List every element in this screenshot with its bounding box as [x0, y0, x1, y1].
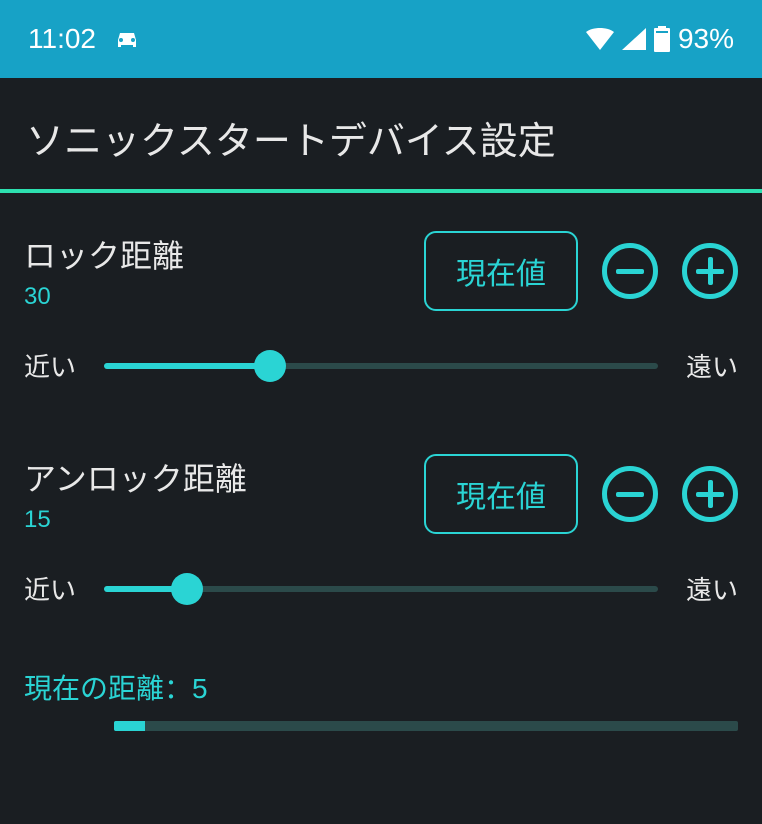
- lock-track-fill: [104, 363, 270, 369]
- unlock-plus-button[interactable]: [682, 466, 738, 522]
- plus-icon-v: [708, 257, 713, 285]
- lock-controls: 現在値: [424, 231, 738, 311]
- unlock-controls: 現在値: [424, 454, 738, 534]
- unlock-section: アンロック距離 15 現在値 近い 遠い: [0, 384, 762, 607]
- unlock-far-label: 遠い: [678, 570, 738, 607]
- unlock-slider[interactable]: [104, 573, 658, 605]
- status-left: 11:02: [28, 23, 140, 55]
- status-time: 11:02: [28, 23, 96, 55]
- lock-value: 30: [24, 283, 184, 311]
- car-icon: [114, 28, 140, 50]
- plus-icon-v: [708, 480, 713, 508]
- unlock-header: アンロック距離 15 現在値: [24, 454, 738, 534]
- unlock-label-group: アンロック距離 15: [24, 454, 247, 534]
- minus-icon: [616, 269, 644, 274]
- wifi-icon: [586, 28, 614, 50]
- unlock-thumb[interactable]: [171, 573, 203, 605]
- lock-plus-button[interactable]: [682, 243, 738, 299]
- lock-far-label: 遠い: [678, 347, 738, 384]
- page-title: ソニックスタートデバイス設定: [0, 78, 762, 189]
- battery-icon: [654, 26, 670, 52]
- lock-label: ロック距離: [24, 231, 184, 277]
- lock-slider[interactable]: [104, 350, 658, 382]
- unlock-current-button[interactable]: 現在値: [424, 454, 578, 534]
- status-bar: 11:02 93%: [0, 0, 762, 78]
- lock-label-group: ロック距離 30: [24, 231, 184, 311]
- unlock-label: アンロック距離: [24, 454, 247, 500]
- current-distance-section: 現在の距離：5: [0, 607, 762, 731]
- lock-header: ロック距離 30 現在値: [24, 231, 738, 311]
- signal-icon: [622, 28, 646, 50]
- current-distance-label: 現在の距離：5: [24, 667, 738, 707]
- current-distance-fill: [114, 721, 145, 731]
- status-right: 93%: [586, 23, 734, 55]
- unlock-near-label: 近い: [24, 570, 84, 607]
- unlock-value: 15: [24, 506, 247, 534]
- minus-icon: [616, 492, 644, 497]
- unlock-slider-row: 近い 遠い: [24, 570, 738, 607]
- unlock-minus-button[interactable]: [602, 466, 658, 522]
- lock-minus-button[interactable]: [602, 243, 658, 299]
- current-distance-bar: [114, 721, 738, 731]
- lock-section: ロック距離 30 現在値 近い 遠い: [0, 193, 762, 384]
- battery-percent: 93%: [678, 23, 734, 55]
- lock-current-button[interactable]: 現在値: [424, 231, 578, 311]
- lock-near-label: 近い: [24, 347, 84, 384]
- lock-thumb[interactable]: [254, 350, 286, 382]
- lock-slider-row: 近い 遠い: [24, 347, 738, 384]
